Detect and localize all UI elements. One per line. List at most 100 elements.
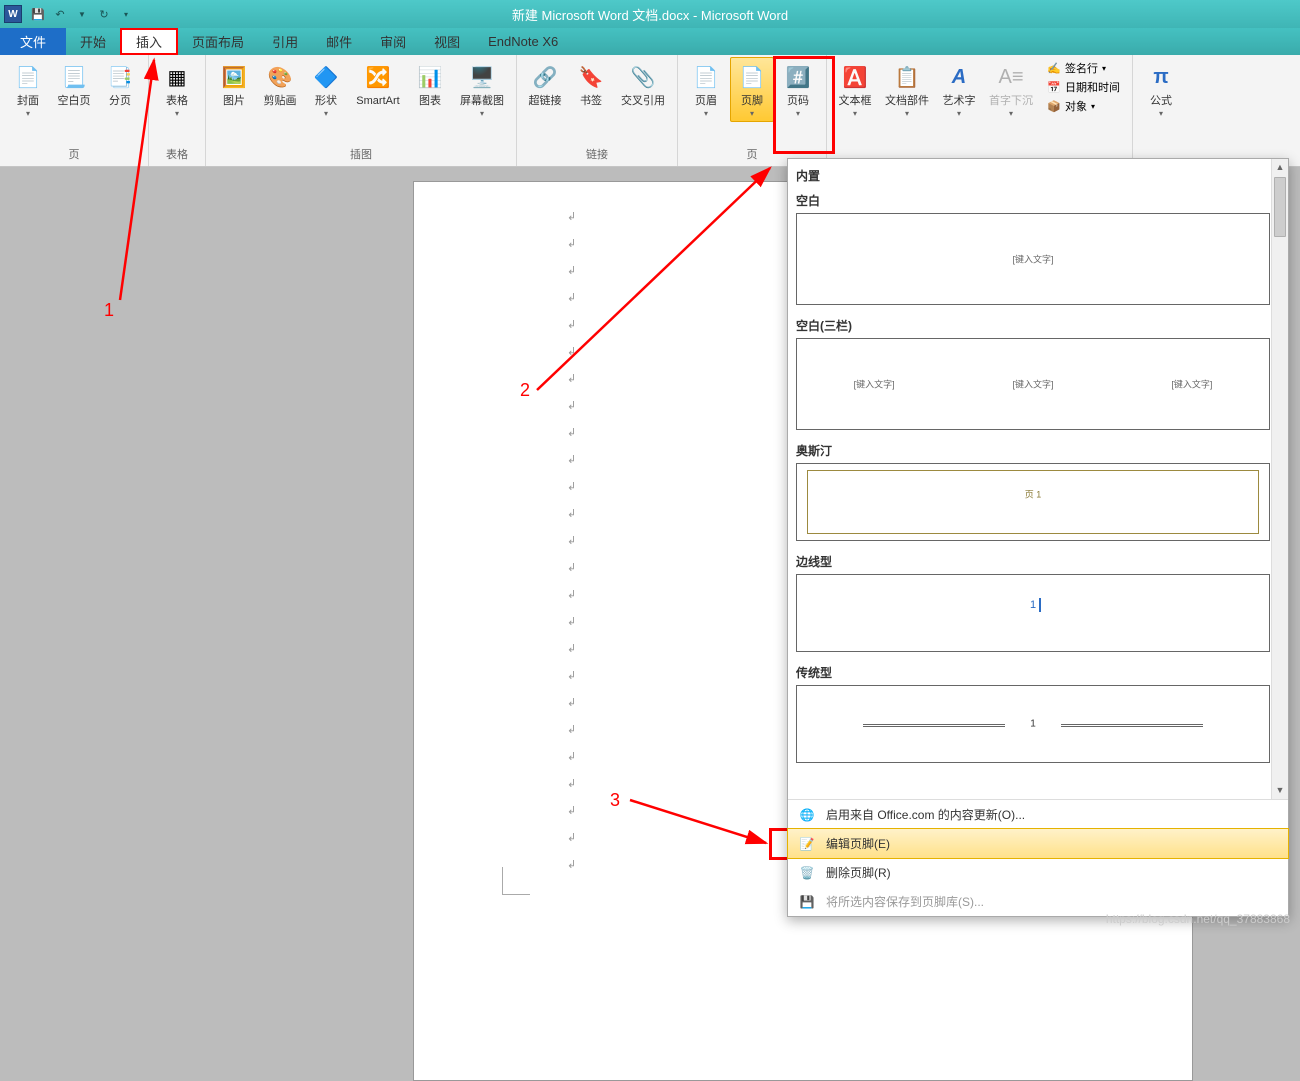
screenshot-icon: 🖥️ xyxy=(466,61,498,93)
group-label-illustrations: 插图 xyxy=(212,144,510,166)
equation-button[interactable]: π公式▾ xyxy=(1139,57,1183,122)
office-update-icon: 🌐 xyxy=(798,807,816,823)
tab-file[interactable]: 文件 xyxy=(0,28,66,55)
textbox-button[interactable]: 🅰️文本框▾ xyxy=(833,57,877,122)
remove-footer-icon: 🗑️ xyxy=(798,865,816,881)
clipart-button[interactable]: 🎨剪贴画 xyxy=(258,57,302,111)
gallery-item-austin[interactable]: 页 1 xyxy=(796,463,1270,541)
qat-more-icon[interactable]: ▾ xyxy=(118,6,134,22)
footer-gallery-dropdown: 内置 空白 [键入文字] 空白(三栏) [键入文字] [键入文字] [键入文字]… xyxy=(787,158,1289,917)
table-button[interactable]: ▦表格▾ xyxy=(155,57,199,122)
crossref-icon: 📎 xyxy=(627,61,659,93)
pagenum-icon: #️⃣ xyxy=(782,61,814,93)
footer-icon: 📄 xyxy=(736,61,768,93)
scrollbar-thumb[interactable] xyxy=(1274,177,1286,237)
hyperlink-button[interactable]: 🔗超链接 xyxy=(523,57,567,111)
pagenum-button[interactable]: #️⃣页码▾ xyxy=(776,57,820,122)
wordart-button[interactable]: A艺术字▾ xyxy=(937,57,981,122)
watermark: https://blog.csdn.net/qq_37883868 xyxy=(1106,912,1290,926)
tab-mailings[interactable]: 邮件 xyxy=(312,28,366,55)
group-pages: 📄封面▾ 📃空白页 📑分页 页 xyxy=(0,55,149,166)
wordart-icon: A xyxy=(943,61,975,93)
crossref-button[interactable]: 📎交叉引用 xyxy=(615,57,671,111)
group-tables: ▦表格▾ 表格 xyxy=(149,55,206,166)
bookmark-button[interactable]: 🔖书签 xyxy=(569,57,613,111)
title-bar: W 💾 ↶ ▼ ↻ ▾ 新建 Microsoft Word 文档.docx - … xyxy=(0,0,1300,28)
scroll-down-icon[interactable]: ▼ xyxy=(1272,782,1288,799)
object-icon: 📦 xyxy=(1047,99,1061,113)
dropcap-button[interactable]: A≡首字下沉▾ xyxy=(983,57,1039,122)
scroll-up-icon[interactable]: ▲ xyxy=(1272,159,1288,176)
ribbon-tabs: 文件 开始 插入 页面布局 引用 邮件 审阅 视图 EndNote X6 xyxy=(0,28,1300,55)
quick-access-toolbar: 💾 ↶ ▼ ↻ ▾ xyxy=(30,6,134,22)
group-label-pages: 页 xyxy=(6,144,142,166)
shapes-button[interactable]: 🔷形状▾ xyxy=(304,57,348,122)
gallery-menu-edit-footer[interactable]: 📝 编辑页脚(E) xyxy=(787,828,1289,859)
cover-page-button[interactable]: 📄封面▾ xyxy=(6,57,50,122)
tab-review[interactable]: 审阅 xyxy=(366,28,420,55)
blank-page-button[interactable]: 📃空白页 xyxy=(52,57,96,111)
signature-icon: ✍️ xyxy=(1047,61,1061,75)
gallery-item-border[interactable]: 1 xyxy=(796,574,1270,652)
tab-references[interactable]: 引用 xyxy=(258,28,312,55)
bookmark-icon: 🔖 xyxy=(575,61,607,93)
ribbon: 📄封面▾ 📃空白页 📑分页 页 ▦表格▾ 表格 🖼️图片 🎨剪贴画 🔷形状▾ 🔀… xyxy=(0,55,1300,167)
group-links: 🔗超链接 🔖书签 📎交叉引用 链接 xyxy=(517,55,678,166)
tab-view[interactable]: 视图 xyxy=(420,28,474,55)
clipart-icon: 🎨 xyxy=(264,61,296,93)
gallery-menu-remove-footer[interactable]: 🗑️ 删除页脚(R) xyxy=(788,858,1288,887)
window-title: 新建 Microsoft Word 文档.docx - Microsoft Wo… xyxy=(512,5,788,24)
gallery-menu: 🌐 启用来自 Office.com 的内容更新(O)... 📝 编辑页脚(E) … xyxy=(788,799,1288,916)
undo-icon[interactable]: ↶ xyxy=(52,6,68,22)
quickparts-button[interactable]: 📋文档部件▾ xyxy=(879,57,935,122)
group-symbols: π公式▾ xyxy=(1133,55,1189,166)
chart-button[interactable]: 📊图表 xyxy=(408,57,452,111)
datetime-button[interactable]: 📅日期和时间 xyxy=(1045,78,1122,96)
dropcap-icon: A≡ xyxy=(995,61,1027,93)
gallery-scrollbar[interactable]: ▲ ▼ xyxy=(1271,159,1288,799)
save-footer-icon: 💾 xyxy=(798,894,816,910)
object-button[interactable]: 📦对象 ▾ xyxy=(1045,97,1122,115)
group-label-tables: 表格 xyxy=(155,144,199,166)
gallery-menu-office[interactable]: 🌐 启用来自 Office.com 的内容更新(O)... xyxy=(788,800,1288,829)
footer-button[interactable]: 📄页脚▾ xyxy=(730,57,774,122)
edit-footer-icon: 📝 xyxy=(798,836,816,852)
smartart-button[interactable]: 🔀SmartArt xyxy=(350,57,406,111)
equation-icon: π xyxy=(1145,61,1177,93)
tab-home[interactable]: 开始 xyxy=(66,28,120,55)
page-break-button[interactable]: 📑分页 xyxy=(98,57,142,111)
picture-icon: 🖼️ xyxy=(218,61,250,93)
gallery-item-name-traditional: 传统型 xyxy=(796,658,1270,685)
group-illustrations: 🖼️图片 🎨剪贴画 🔷形状▾ 🔀SmartArt 📊图表 🖥️屏幕截图▾ 插图 xyxy=(206,55,517,166)
dropdown-icon[interactable]: ▼ xyxy=(74,6,90,22)
group-headerfooter: 📄页眉▾ 📄页脚▾ #️⃣页码▾ 页 xyxy=(678,55,827,166)
header-button[interactable]: 📄页眉▾ xyxy=(684,57,728,122)
table-icon: ▦ xyxy=(161,61,193,93)
smartart-icon: 🔀 xyxy=(362,61,394,93)
app-icon: W xyxy=(4,5,22,23)
signature-button[interactable]: ✍️签名行 ▾ xyxy=(1045,59,1122,77)
textbox-icon: 🅰️ xyxy=(839,61,871,93)
redo-icon[interactable]: ↻ xyxy=(96,6,112,22)
group-text: 🅰️文本框▾ 📋文档部件▾ A艺术字▾ A≡首字下沉▾ ✍️签名行 ▾ 📅日期和… xyxy=(827,55,1133,166)
tab-layout[interactable]: 页面布局 xyxy=(178,28,258,55)
screenshot-button[interactable]: 🖥️屏幕截图▾ xyxy=(454,57,510,122)
gallery-item-blank[interactable]: [键入文字] xyxy=(796,213,1270,305)
gallery-item-name-blank: 空白 xyxy=(796,186,1270,213)
save-icon[interactable]: 💾 xyxy=(30,6,46,22)
gallery-item-blank3[interactable]: [键入文字] [键入文字] [键入文字] xyxy=(796,338,1270,430)
datetime-icon: 📅 xyxy=(1047,80,1061,94)
group-label-links: 链接 xyxy=(523,144,671,166)
gallery-item-name-austin: 奥斯汀 xyxy=(796,436,1270,463)
gallery-category: 内置 xyxy=(796,163,1270,186)
chart-icon: 📊 xyxy=(414,61,446,93)
picture-button[interactable]: 🖼️图片 xyxy=(212,57,256,111)
tab-insert[interactable]: 插入 xyxy=(120,28,178,55)
hyperlink-icon: 🔗 xyxy=(529,61,561,93)
gallery-item-name-border: 边线型 xyxy=(796,547,1270,574)
cover-page-icon: 📄 xyxy=(12,61,44,93)
shapes-icon: 🔷 xyxy=(310,61,342,93)
quickparts-icon: 📋 xyxy=(891,61,923,93)
gallery-item-traditional[interactable]: 1 xyxy=(796,685,1270,763)
tab-endnote[interactable]: EndNote X6 xyxy=(474,28,572,55)
